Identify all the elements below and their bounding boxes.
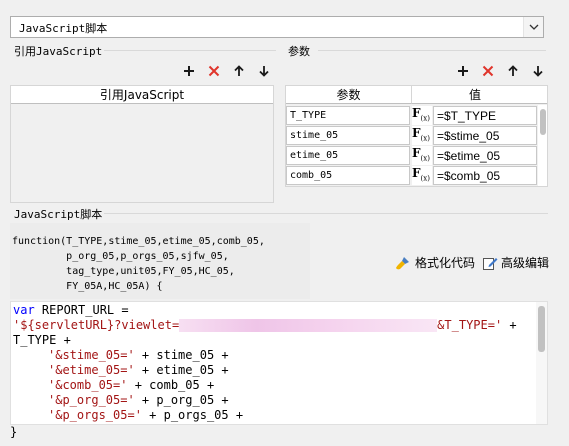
code-line: '&stime_05=' + stime_05 + [48,348,229,363]
ref-move-down-button[interactable] [256,63,272,79]
format-code-label: 格式化代码 [415,256,476,270]
code-text: + stime_05 + [134,348,229,362]
arrow-up-icon [234,65,244,76]
format-code-button[interactable]: 格式化代码 [395,254,475,271]
formula-icon[interactable]: F(x) [412,106,432,125]
param-value-column-header: 值 [412,86,538,104]
function-signature-box: function(T_TYPE,stime_05,etime_05,comb_0… [10,223,310,299]
param-delete-button[interactable] [480,63,496,79]
ref-js-table[interactable]: 引用JavaScript [10,85,274,203]
param-name-cell[interactable]: T_TYPE [286,106,410,125]
param-value-cell[interactable]: =$comb_05 [433,166,537,185]
arrow-down-icon [259,66,269,77]
param-move-up-button[interactable] [505,63,521,79]
code-line: '&etime_05=' + etime_05 + [48,363,229,378]
ref-move-up-button[interactable] [231,63,247,79]
code-text: + [502,318,517,332]
params-scrollbar-thumb[interactable] [540,109,546,135]
code-line: var REPORT_URL = [13,303,129,318]
ref-js-divider [104,50,276,51]
arrow-down-icon [533,66,543,77]
code-line: '&p_org_05=' + p_org_05 + [48,393,229,408]
params-table[interactable]: 参数 值 T_TYPE F(x) =$T_TYPE stime_05 F(x) … [285,85,548,187]
ref-add-button[interactable] [181,63,197,79]
param-name-cell[interactable]: stime_05 [286,126,410,145]
arrow-up-icon [508,65,518,76]
code-line: '&p_orgs_05=' + p_orgs_05 + [48,408,243,423]
signature-line: tag_type,unit05,FY_05,HC_05, [12,266,235,277]
code-text: + etime_05 + [134,363,229,377]
signature-line: function(T_TYPE,stime_05,etime_05,comb_0… [12,236,265,247]
script-type-select[interactable]: JavaScript脚本 [10,16,544,38]
code-line: '&comb_05=' + comb_05 + [48,378,214,393]
editor-scrollbar[interactable] [536,302,547,424]
param-add-button[interactable] [455,63,471,79]
param-value-cell[interactable]: =$T_TYPE [433,106,537,125]
script-type-value: JavaScript脚本 [19,22,108,35]
param-name-cell[interactable]: etime_05 [286,146,410,165]
code-text: REPORT_URL = [34,303,129,317]
code-editor[interactable]: var REPORT_URL = '${servletURL}?viewlet=… [10,301,548,425]
code-text: + p_orgs_05 + [141,408,244,422]
edit-icon [483,257,498,270]
code-string: '&p_org_05=' [48,393,135,407]
code-string: &T_TYPE=' [437,318,503,332]
code-string: '&etime_05=' [48,363,135,377]
brush-icon [396,256,409,269]
formula-icon[interactable]: F(x) [412,146,432,165]
chevron-down-icon [529,24,538,30]
advanced-edit-label: 高级编辑 [501,256,550,270]
delete-x-icon [208,65,220,77]
code-keyword: var [13,303,35,317]
param-value-cell[interactable]: =$etime_05 [433,146,537,165]
header-filler [538,86,547,104]
editor-scrollbar-thumb[interactable] [538,306,545,352]
delete-x-icon [482,65,494,77]
formula-icon[interactable]: F(x) [412,166,432,185]
params-scrollbar[interactable] [538,105,547,186]
script-divider [104,213,548,214]
code-text: + p_org_05 + [134,393,229,407]
params-divider [318,50,546,51]
params-section-title: 参数 [288,45,310,58]
closing-brace: } [10,425,18,439]
param-value-cell[interactable]: =$stime_05 [433,126,537,145]
plus-icon [458,66,468,76]
code-string: '&stime_05=' [48,348,135,362]
ref-delete-button[interactable] [206,63,222,79]
dropdown-button[interactable] [523,17,543,37]
redacted-blur [179,319,438,332]
advanced-edit-button[interactable]: 高级编辑 [482,254,549,271]
param-name-column-header: 参数 [286,86,412,104]
code-text: + comb_05 + [127,378,215,392]
param-move-down-button[interactable] [530,63,546,79]
code-string: '&comb_05=' [48,378,128,392]
code-line: '${servletURL}?viewlet= &T_TYPE=' + [13,318,517,333]
ref-js-section-title: 引用JavaScript [14,45,103,58]
code-line: T_TYPE + [13,333,71,347]
signature-line: FY_05A,HC_05A) { [12,281,163,292]
param-name-cell[interactable]: comb_05 [286,166,410,185]
signature-line: p_org_05,p_orgs_05,sjfw_05, [12,251,229,262]
ref-js-column-header: 引用JavaScript [11,86,273,104]
formula-icon[interactable]: F(x) [412,126,432,145]
code-string: '${servletURL}?viewlet= [13,318,180,332]
code-string: '&p_orgs_05=' [48,408,142,422]
script-section-title: JavaScript脚本 [14,208,103,221]
plus-icon [184,66,194,76]
